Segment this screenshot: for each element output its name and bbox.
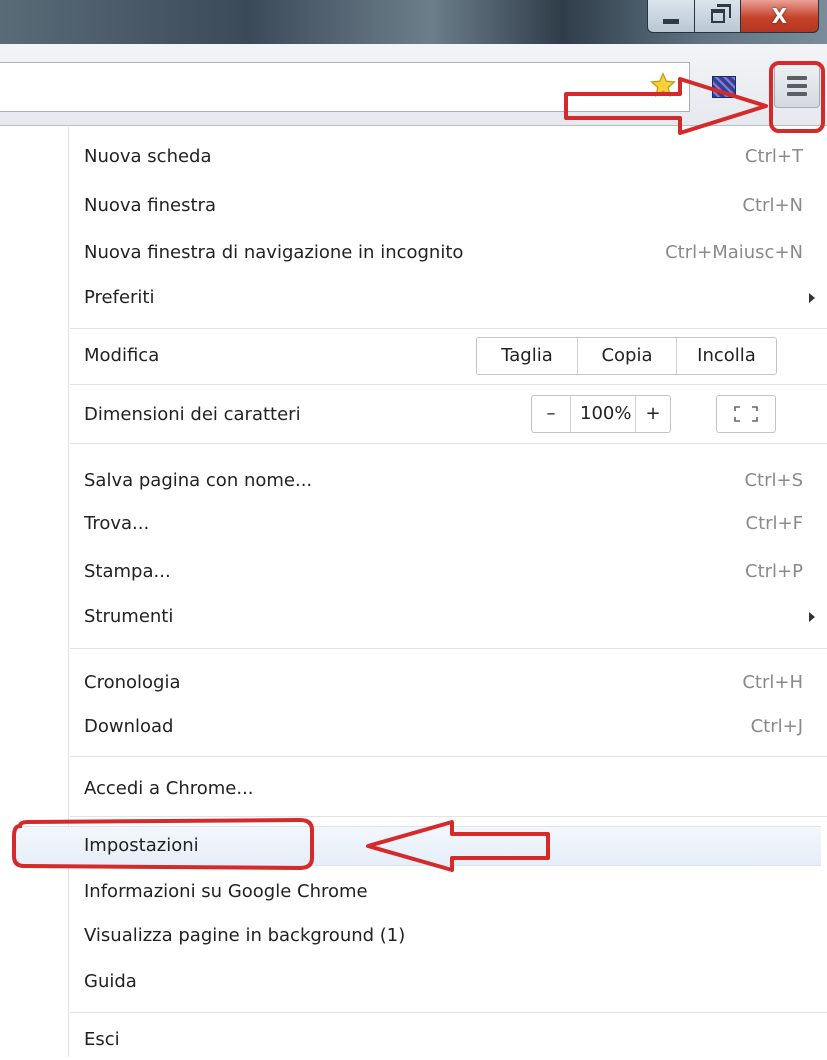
hamburger-line: [787, 84, 807, 88]
menu-item-label: Nuova finestra di navigazione in incogni…: [84, 242, 464, 263]
menu-item-label: Download: [84, 716, 174, 737]
menu-item-background-pages[interactable]: Visualizza pagine in background (1): [84, 916, 809, 956]
menu-separator: [70, 384, 827, 385]
zoom-level: 100%: [570, 396, 635, 432]
menu-gutter-line: [68, 127, 69, 1057]
hamburger-menu-icon: [787, 76, 807, 80]
menu-item-label: Nuova scheda: [84, 146, 212, 167]
menu-item-sign-in[interactable]: Accedi a Chrome...: [84, 769, 809, 809]
menu-item-label: Esci: [84, 1029, 120, 1050]
menu-separator: [70, 816, 827, 817]
menu-item-label: Informazioni su Google Chrome: [84, 881, 368, 902]
menu-item-label: Nuova finestra: [84, 195, 216, 216]
menu-item-shortcut: Ctrl+Maiusc+N: [665, 242, 803, 263]
zoom-controls: – 100% +: [531, 395, 671, 433]
extension-icon[interactable]: [712, 76, 736, 98]
menu-item-exit[interactable]: Esci: [84, 1020, 809, 1060]
menu-item-label: Stampa...: [84, 561, 171, 582]
menu-item-label: Salva pagina con nome...: [84, 470, 313, 491]
address-bar[interactable]: [0, 62, 690, 112]
close-icon: X: [771, 4, 788, 28]
browser-toolbar: [0, 44, 827, 126]
menu-item-bookmarks[interactable]: Preferiti: [84, 278, 815, 318]
minimize-icon: [663, 18, 679, 24]
menu-separator: [70, 648, 827, 649]
menu-item-shortcut: Ctrl+J: [750, 716, 803, 737]
menu-item-new-window[interactable]: Nuova finestra Ctrl+N: [84, 186, 809, 226]
menu-item-shortcut: Ctrl+T: [744, 146, 803, 167]
menu-separator: [70, 756, 827, 757]
cut-button[interactable]: Taglia: [477, 338, 577, 374]
menu-separator: [70, 1012, 827, 1013]
menu-item-label: Strumenti: [84, 606, 174, 627]
minimize-button[interactable]: [647, 0, 695, 33]
menu-item-print[interactable]: Stampa... Ctrl+P: [84, 552, 809, 592]
menu-item-about[interactable]: Informazioni su Google Chrome: [84, 872, 809, 912]
menu-item-shortcut: Ctrl+F: [745, 513, 803, 534]
menu-item-incognito[interactable]: Nuova finestra di navigazione in incogni…: [84, 233, 809, 273]
menu-item-label: Accedi a Chrome...: [84, 778, 254, 799]
menu-item-label: Guida: [84, 971, 137, 992]
menu-item-label: Visualizza pagine in background (1): [84, 925, 406, 946]
menu-item-tools[interactable]: Strumenti: [84, 597, 815, 637]
paste-button[interactable]: Incolla: [676, 338, 776, 374]
menu-separator: [70, 443, 827, 444]
zoom-out-button[interactable]: –: [532, 396, 570, 432]
submenu-arrow-icon: [809, 293, 815, 303]
close-button[interactable]: X: [741, 0, 819, 33]
menu-item-history[interactable]: Cronologia Ctrl+H: [84, 663, 809, 703]
window-controls: X: [647, 0, 819, 34]
menu-item-label: Trova...: [84, 513, 150, 534]
window-title-bar: X: [0, 0, 827, 44]
menu-item-find[interactable]: Trova... Ctrl+F: [84, 504, 809, 544]
submenu-arrow-icon: [809, 612, 815, 622]
edit-button-group: Taglia Copia Incolla: [476, 337, 777, 375]
menu-item-downloads[interactable]: Download Ctrl+J: [84, 707, 809, 747]
copy-button[interactable]: Copia: [577, 338, 676, 374]
menu-item-label: Modifica: [84, 345, 160, 366]
menu-item-label: Impostazioni: [84, 835, 199, 856]
menu-item-shortcut: Ctrl+N: [742, 195, 803, 216]
menu-item-shortcut: Ctrl+P: [745, 561, 803, 582]
menu-item-zoom: Dimensioni dei caratteri: [84, 395, 809, 435]
fullscreen-icon: [734, 406, 758, 422]
menu-item-save-page[interactable]: Salva pagina con nome... Ctrl+S: [84, 461, 809, 501]
chrome-menu-button[interactable]: [774, 64, 820, 108]
bookmark-star-icon[interactable]: [650, 72, 676, 98]
fullscreen-button[interactable]: [716, 395, 776, 433]
menu-item-label: Preferiti: [84, 287, 155, 308]
menu-item-label: Cronologia: [84, 672, 181, 693]
menu-item-help[interactable]: Guida: [84, 962, 809, 1002]
restore-icon: [710, 4, 731, 23]
menu-item-new-tab[interactable]: Nuova scheda Ctrl+T: [84, 137, 809, 177]
zoom-in-button[interactable]: +: [635, 396, 670, 432]
maximize-button[interactable]: [695, 0, 741, 33]
hamburger-line: [787, 92, 807, 96]
menu-separator: [70, 328, 827, 329]
menu-item-shortcut: Ctrl+S: [744, 470, 803, 491]
menu-item-settings[interactable]: Impostazioni: [14, 826, 821, 866]
menu-item-shortcut: Ctrl+H: [742, 672, 803, 693]
menu-item-label: Dimensioni dei caratteri: [84, 404, 301, 425]
